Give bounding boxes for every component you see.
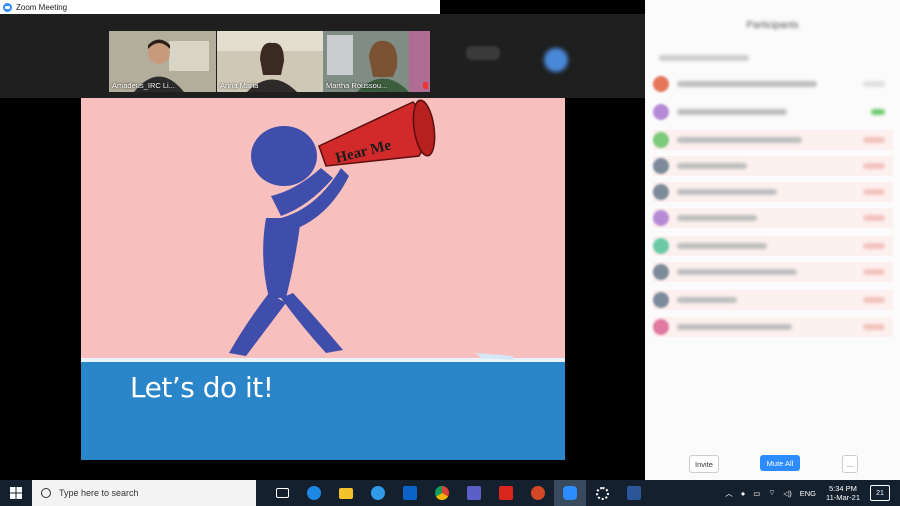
settings-icon[interactable] [586,480,618,506]
zoom-taskbar-icon[interactable] [554,480,586,506]
notification-center-icon[interactable]: 21 [870,485,890,501]
outlook-icon[interactable] [394,480,426,506]
mute-all-button[interactable]: Mute All [760,455,800,471]
clock-time: 5:34 PM [829,484,857,493]
participant-row[interactable] [653,317,893,337]
notification-count: 21 [876,489,884,497]
participant-row[interactable] [653,182,893,202]
volume-icon[interactable]: ◁) [783,489,791,498]
invite-button[interactable]: Invite [689,455,719,473]
participant-row[interactable] [653,208,893,228]
chrome-icon[interactable] [426,480,458,506]
shared-screen: Let’s do it! Hear Me [0,98,645,476]
windows-logo-icon [10,487,22,499]
word-icon[interactable] [618,480,650,506]
internet-explorer-icon[interactable] [362,480,394,506]
panel-title: Participants [746,20,799,31]
taskbar-clock[interactable]: 5:34 PM 11-Mar-21 [826,484,860,502]
panel-search[interactable] [659,55,749,61]
participant-row[interactable] [653,262,893,282]
participant-row[interactable] [653,236,893,256]
search-placeholder: Type here to search [59,488,139,498]
stick-figure-illustration: Hear Me [229,99,513,360]
share-indicator[interactable] [544,48,568,72]
more-options-button[interactable]: ... [842,455,858,473]
chevron-up-icon[interactable]: ︿ [725,488,733,499]
task-view-icon[interactable] [266,480,298,506]
window-titlebar: Zoom Meeting [0,0,440,14]
teams-icon[interactable] [458,480,490,506]
participant-name: Amadeus_IRC Li... [112,81,175,90]
participant-row[interactable] [653,102,893,122]
muted-mic-icon [423,82,428,89]
taskbar-search[interactable]: Type here to search [32,480,256,506]
video-tile[interactable]: Amadeus_IRC Li... [109,31,216,92]
zoom-icon [3,2,12,12]
video-strip: Amadeus_IRC Li... Anna Maria Martha Rous… [0,14,645,98]
windows-taskbar: Type here to search ︿ ● ▭ ⌔ ◁) ENG 5:34 … [0,480,900,506]
participant-name: Martha Roussou... [326,81,388,90]
presentation-slide: Let’s do it! Hear Me [81,98,565,460]
video-tile[interactable]: Anna Maria [217,31,324,92]
participant-row[interactable] [653,130,893,150]
system-tray: ︿ ● ▭ ⌔ ◁) ENG 5:34 PM 11-Mar-21 21 [721,480,900,506]
search-icon [41,488,51,498]
powerpoint-icon[interactable] [522,480,554,506]
language-indicator[interactable]: ENG [800,489,816,498]
acrobat-icon[interactable] [490,480,522,506]
start-button[interactable] [0,480,32,506]
view-button[interactable] [466,46,500,60]
clock-date: 11-Mar-21 [825,493,860,502]
participant-row[interactable] [653,156,893,176]
wifi-icon[interactable]: ⌔ [768,488,775,498]
edge-icon[interactable] [298,480,330,506]
participant-row[interactable] [653,74,893,94]
microphone-icon[interactable]: ● [741,489,746,498]
video-tile[interactable]: Martha Roussou... [323,31,430,92]
participant-row[interactable] [653,290,893,310]
file-explorer-icon[interactable] [330,480,362,506]
network-icon[interactable]: ▭ [753,489,760,498]
participants-panel: Participants Invite Mute All ... [645,0,900,480]
participant-name: Anna Maria [220,81,259,90]
window-title: Zoom Meeting [16,2,68,12]
